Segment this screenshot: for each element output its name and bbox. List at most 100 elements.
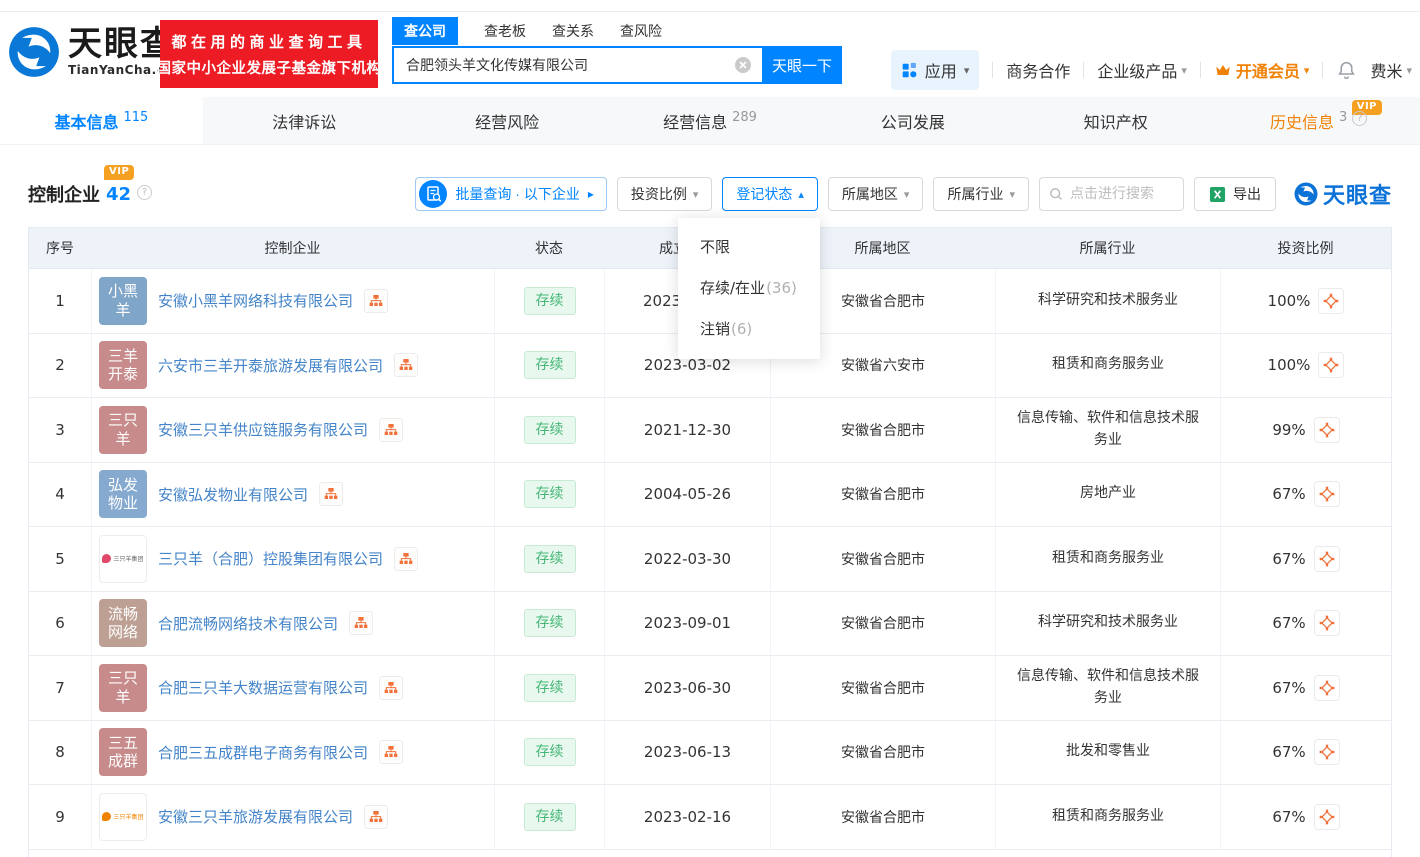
- equity-structure-icon[interactable]: [1314, 546, 1340, 572]
- org-chart-icon[interactable]: [379, 740, 403, 764]
- column-header: 所属行业: [995, 228, 1220, 268]
- established-date: 2022-03-30: [604, 527, 770, 591]
- row-index: 1: [29, 269, 91, 333]
- company-avatar[interactable]: 三羊开泰: [99, 341, 147, 389]
- nav-divider: [1322, 62, 1323, 78]
- export-button[interactable]: 导出: [1194, 177, 1276, 211]
- table-row: 8 三五成群 合肥三五成群电子商务有限公司 存续 2023-06-13 安徽省合…: [29, 721, 1391, 786]
- page-tab[interactable]: 基本信息 115: [0, 97, 203, 144]
- slogan-banner: 都在用的商业查询工具 国家中小企业发展子基金旗下机构: [160, 20, 378, 88]
- equity-structure-icon[interactable]: [1314, 417, 1340, 443]
- search-scope-tab[interactable]: 查公司: [392, 17, 458, 45]
- table-row: 7 三只羊 合肥三只羊大数据运营有限公司 存续 2023-06-30 安徽省合肥…: [29, 656, 1391, 721]
- dropdown-option[interactable]: 注销(6): [678, 308, 820, 349]
- org-chart-icon[interactable]: [394, 547, 418, 571]
- invest-ratio: 100%: [1268, 292, 1311, 310]
- nav-divider: [1083, 62, 1084, 78]
- org-chart-icon[interactable]: [394, 353, 418, 377]
- batch-query-button[interactable]: 批量查询 · 以下企业 ▸: [415, 177, 606, 211]
- notifications-bell-icon[interactable]: [1336, 60, 1357, 81]
- page-tab[interactable]: 经营风险: [406, 97, 609, 144]
- page-tab[interactable]: 公司发展: [811, 97, 1014, 144]
- company-avatar[interactable]: 流畅网络: [99, 599, 147, 647]
- filter-dropdown-button[interactable]: 所属行业 ▾: [933, 177, 1029, 211]
- search-scope-tab[interactable]: 查关系: [552, 21, 594, 41]
- clear-search-icon[interactable]: [734, 56, 752, 74]
- company-avatar[interactable]: 三只羊: [99, 406, 147, 454]
- org-chart-icon[interactable]: [364, 805, 388, 829]
- company-name-link[interactable]: 安徽三只羊供应链服务有限公司: [158, 419, 368, 440]
- help-icon[interactable]: ?: [137, 185, 152, 200]
- company-avatar[interactable]: 三只羊: [99, 664, 147, 712]
- company-name-link[interactable]: 安徽三只羊旅游发展有限公司: [158, 806, 353, 827]
- invest-ratio: 99%: [1272, 421, 1305, 439]
- industry: 租赁和商务服务业: [995, 785, 1220, 849]
- equity-structure-icon[interactable]: [1318, 288, 1344, 314]
- page-tab-label: 公司发展: [881, 109, 945, 133]
- company-name-link[interactable]: 安徽弘发物业有限公司: [158, 484, 308, 505]
- region: 安徽省合肥市: [770, 656, 995, 720]
- invest-ratio: 67%: [1272, 550, 1305, 568]
- nav-open-membership[interactable]: 开通会员 ▾: [1214, 58, 1310, 82]
- company-search-input[interactable]: [392, 46, 762, 84]
- table-row: 5 三只羊集团 三只羊（合肥）控股集团有限公司 存续 2022-03-30 安徽…: [29, 527, 1391, 592]
- org-chart-icon[interactable]: [379, 418, 403, 442]
- status-badge: 存续: [524, 416, 576, 444]
- equity-structure-icon[interactable]: [1314, 739, 1340, 765]
- company-avatar[interactable]: 三五成群: [99, 728, 147, 776]
- company-logo[interactable]: 三只羊集团: [99, 793, 147, 841]
- column-header: 序号: [29, 228, 91, 268]
- search-area: 查公司 查老板 查关系 查风险 天眼一下: [392, 18, 842, 84]
- page-tab[interactable]: 知识产权: [1014, 97, 1217, 144]
- filter-dropdown-button[interactable]: 登记状态 ▴: [722, 177, 818, 211]
- equity-structure-icon[interactable]: [1318, 352, 1344, 378]
- status-badge: 存续: [524, 351, 576, 379]
- equity-structure-icon[interactable]: [1314, 481, 1340, 507]
- org-chart-icon[interactable]: [319, 482, 343, 506]
- company-name-link[interactable]: 安徽小黑羊网络科技有限公司: [158, 290, 353, 311]
- nav-enterprise-products[interactable]: 企业级产品 ▾: [1097, 58, 1187, 82]
- company-avatar[interactable]: 弘发物业: [99, 470, 147, 518]
- equity-structure-icon[interactable]: [1314, 675, 1340, 701]
- caret-down-icon: ▾: [1406, 64, 1412, 77]
- status-badge: 存续: [524, 674, 576, 702]
- company-name-link[interactable]: 六安市三羊开泰旅游发展有限公司: [158, 355, 383, 376]
- caret-down-icon: ▾: [1181, 64, 1187, 77]
- apps-menu[interactable]: 应用 ▾: [891, 50, 980, 90]
- help-icon[interactable]: ?: [1352, 111, 1367, 126]
- dropdown-option[interactable]: 存续/在业(36): [678, 267, 820, 308]
- column-header: 状态: [494, 228, 604, 268]
- filter-dropdown-button[interactable]: 所属地区 ▾: [828, 177, 924, 211]
- search-scope-tab[interactable]: 查风险: [620, 21, 662, 41]
- dropdown-option[interactable]: 不限: [678, 226, 820, 267]
- company-name-link[interactable]: 合肥三五成群电子商务有限公司: [158, 742, 368, 763]
- slogan-line2: 国家中小企业发展子基金旗下机构: [157, 57, 382, 78]
- equity-structure-icon[interactable]: [1314, 610, 1340, 636]
- company-avatar[interactable]: 小黑羊: [99, 277, 147, 325]
- region: 安徽省合肥市: [770, 463, 995, 527]
- company-logo[interactable]: 三只羊集团: [99, 535, 147, 583]
- page-tab[interactable]: 经营信息 289: [609, 97, 812, 144]
- invest-ratio: 67%: [1272, 485, 1305, 503]
- nav-user-menu[interactable]: 费米 ▾: [1370, 58, 1412, 82]
- page-tab-label: 基本信息: [55, 109, 119, 133]
- company-name-link[interactable]: 合肥流畅网络技术有限公司: [158, 613, 338, 634]
- company-name-link[interactable]: 三只羊（合肥）控股集团有限公司: [158, 548, 383, 569]
- filter-dropdown-button[interactable]: 投资比例 ▾: [617, 177, 713, 211]
- search-icon: [1048, 186, 1064, 202]
- org-chart-icon[interactable]: [379, 676, 403, 700]
- industry: 批发和零售业: [995, 721, 1220, 785]
- region: 安徽省合肥市: [770, 721, 995, 785]
- table-row: 9 三只羊集团 安徽三只羊旅游发展有限公司 存续 2023-02-16 安徽省合…: [29, 785, 1391, 850]
- company-name-link[interactable]: 合肥三只羊大数据运营有限公司: [158, 677, 368, 698]
- search-submit-button[interactable]: 天眼一下: [762, 46, 842, 84]
- crown-icon: [1214, 61, 1232, 79]
- org-chart-icon[interactable]: [364, 289, 388, 313]
- page-tab[interactable]: 历史信息 3 VIP ?: [1217, 97, 1420, 144]
- search-scope-tab[interactable]: 查老板: [484, 21, 526, 41]
- page-tab[interactable]: 法律诉讼: [203, 97, 406, 144]
- region: 安徽省合肥市: [770, 592, 995, 656]
- org-chart-icon[interactable]: [349, 611, 373, 635]
- equity-structure-icon[interactable]: [1314, 804, 1340, 830]
- nav-cooperation[interactable]: 商务合作: [1006, 58, 1070, 82]
